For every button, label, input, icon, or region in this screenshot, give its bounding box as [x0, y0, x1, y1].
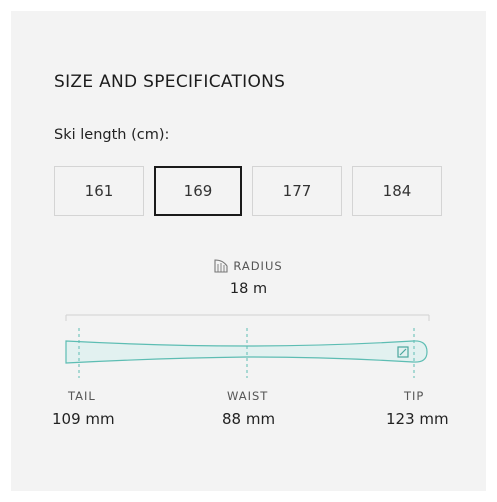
radius-value: 18 m [229, 281, 268, 297]
tail-value: 109 mm [52, 410, 115, 428]
radius-heading: RADIUS [11, 259, 486, 273]
size-option-161[interactable]: 161 [54, 166, 144, 216]
ski-diagram [65, 314, 430, 378]
size-option-184[interactable]: 184 [352, 166, 442, 216]
tip-value: 123 mm [386, 410, 449, 428]
size-option-169[interactable]: 169 [154, 166, 242, 216]
tip-label: TIP [404, 389, 425, 403]
size-option-177[interactable]: 177 [252, 166, 342, 216]
section-title: SIZE AND SPECIFICATIONS [54, 72, 286, 92]
waist-label: WAIST [227, 389, 269, 403]
tail-label: TAIL [68, 389, 96, 403]
size-specifications-panel: SIZE AND SPECIFICATIONS Ski length (cm):… [11, 11, 486, 491]
radius-label: RADIUS [233, 259, 283, 273]
ski-length-label: Ski length (cm): [54, 127, 170, 143]
waist-value: 88 mm [222, 410, 276, 428]
radius-icon [214, 259, 229, 273]
